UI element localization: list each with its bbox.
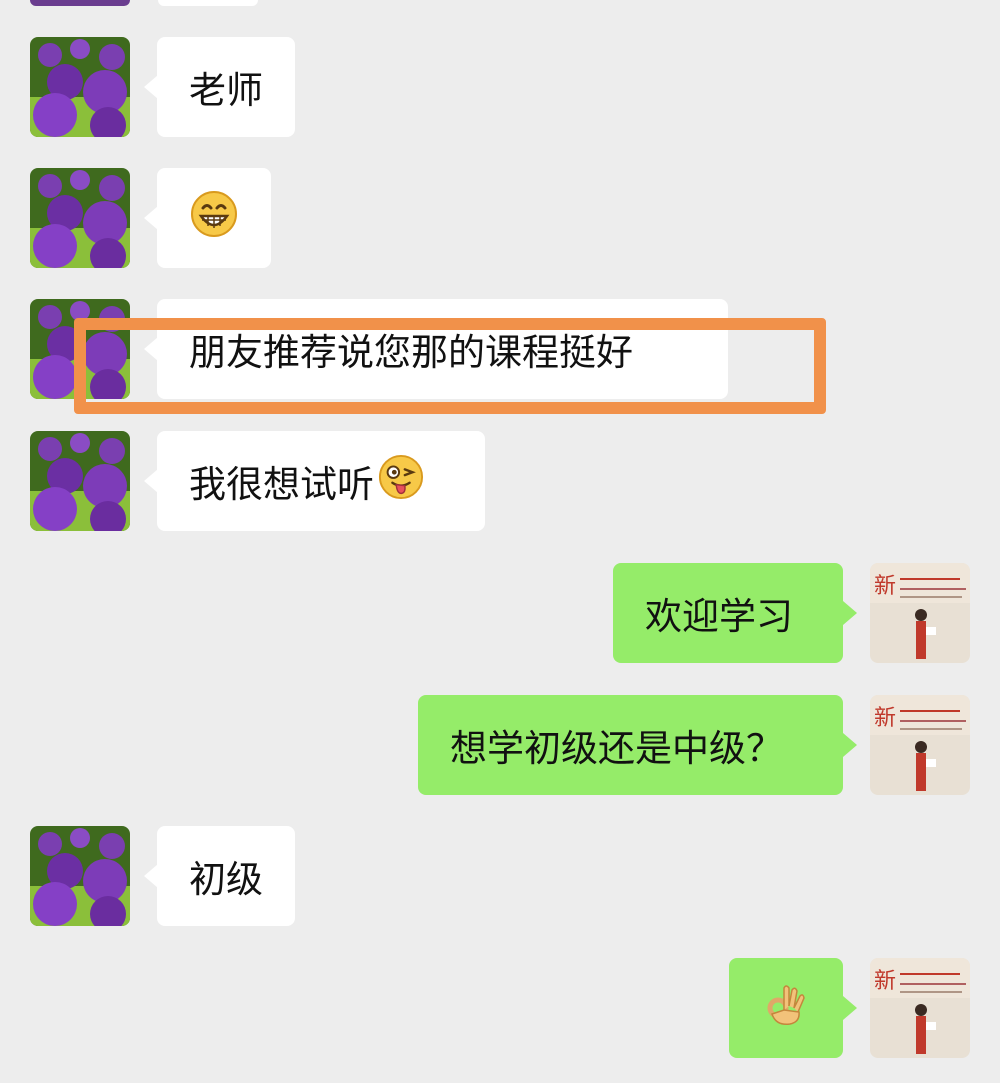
message-bubble-incoming[interactable]: 初级: [157, 826, 295, 926]
bubble-tail: [144, 864, 158, 888]
self-avatar[interactable]: 新: [870, 563, 970, 663]
message-text: 想学初级还是中级？: [450, 727, 783, 770]
message-text: 我很想试听: [189, 463, 374, 506]
svg-text:新: 新: [874, 574, 896, 599]
message-bubble-incoming[interactable]: [157, 168, 271, 268]
self-avatar[interactable]: 新: [870, 958, 970, 1058]
message-bubble-outgoing[interactable]: 欢迎学习: [613, 563, 843, 663]
contact-avatar[interactable]: [30, 37, 130, 137]
bubble-tail: [144, 469, 158, 493]
chat-window: 老师 朋友推荐说您那的课程挺好 我很想试听 欢迎学习 新 想学初级还是中级？ 新…: [0, 0, 1000, 1083]
contact-avatar[interactable]: [30, 826, 130, 926]
contact-avatar[interactable]: [30, 431, 130, 531]
contact-avatar[interactable]: [30, 168, 130, 268]
message-text: 欢迎学习: [645, 595, 793, 638]
bubble-tail: [144, 75, 158, 99]
message-bubble-outgoing[interactable]: [729, 958, 843, 1058]
message-bubble-incoming[interactable]: 老师: [157, 37, 295, 137]
grin-emoji-icon: [190, 190, 238, 247]
svg-text:新: 新: [874, 969, 896, 994]
message-text: 老师: [189, 69, 263, 112]
message-bubble-incoming[interactable]: 朋友推荐说您那的课程挺好: [157, 299, 728, 399]
contact-avatar[interactable]: [30, 299, 130, 399]
ok-hand-emoji-icon: [762, 980, 810, 1037]
bubble-tail: [843, 601, 857, 625]
clipped-avatar: [30, 0, 130, 6]
wink-tongue-emoji-icon: [378, 454, 424, 509]
message-text: 朋友推荐说您那的课程挺好: [189, 331, 633, 374]
bubble-tail: [843, 733, 857, 757]
self-avatar[interactable]: 新: [870, 695, 970, 795]
clipped-message-bubble: [158, 0, 258, 6]
message-text: 初级: [189, 858, 263, 901]
message-bubble-outgoing[interactable]: 想学初级还是中级？: [418, 695, 843, 795]
bubble-tail: [843, 996, 857, 1020]
svg-text:新: 新: [874, 706, 896, 731]
bubble-tail: [144, 206, 158, 230]
bubble-tail: [144, 337, 158, 361]
message-bubble-incoming[interactable]: 我很想试听: [157, 431, 485, 531]
